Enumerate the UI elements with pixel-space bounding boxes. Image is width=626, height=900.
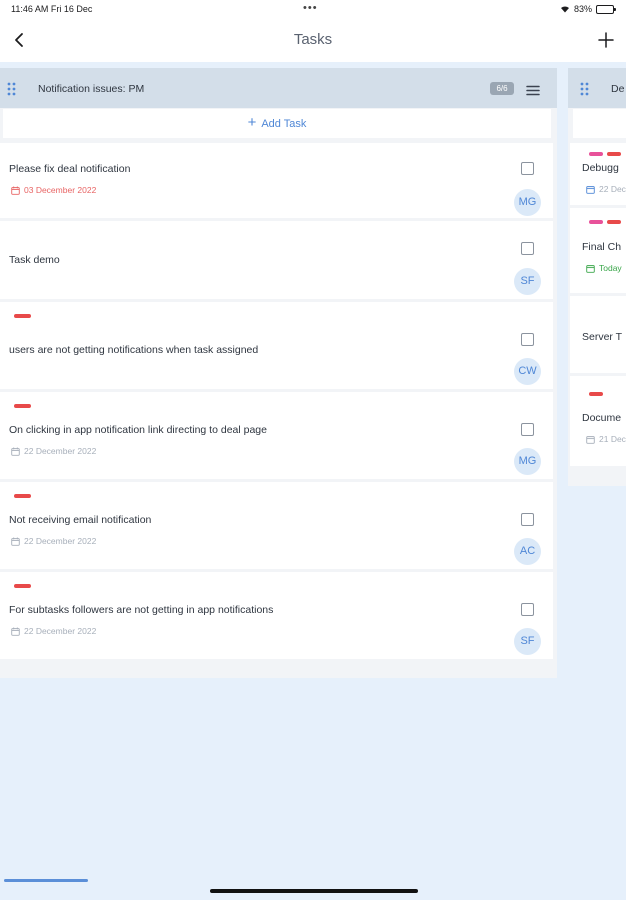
task-date-text: 22 December 2022 — [24, 446, 97, 456]
task-title: Not receiving email notification — [9, 514, 152, 526]
column-title: De — [611, 83, 625, 95]
avatar: SF — [514, 268, 541, 295]
priority-tag — [607, 152, 621, 156]
task-column-2: De Debugg 22 Dec Final Ch Today Server T… — [568, 68, 626, 486]
task-title: Docume — [582, 412, 622, 424]
task-title: Please fix deal notification — [9, 163, 131, 175]
task-date: 22 December 2022 — [11, 446, 96, 456]
task-card[interactable]: Final Ch Today — [570, 208, 626, 293]
calendar-icon — [586, 264, 595, 273]
task-date-text: 22 Dec — [599, 184, 626, 194]
task-count-badge: 6/6 — [490, 82, 514, 95]
calendar-icon — [11, 186, 20, 195]
drag-handle-icon[interactable] — [7, 82, 17, 96]
calendar-icon — [586, 435, 595, 444]
task-title: Task demo — [9, 254, 60, 266]
task-date: 22 Dec — [586, 184, 626, 194]
status-time: 11:46 AM Fri 16 Dec — [11, 4, 93, 14]
battery-icon — [596, 4, 616, 14]
plus-icon: + — [247, 114, 257, 131]
task-card[interactable]: Not receiving email notification 22 Dece… — [0, 482, 553, 569]
task-card[interactable]: Please fix deal notification 03 December… — [0, 143, 553, 218]
task-date: Today — [586, 263, 622, 273]
task-date-text: 21 Dec — [599, 434, 626, 444]
priority-tag — [14, 314, 31, 318]
status-right: 83% — [560, 4, 616, 14]
calendar-icon — [586, 185, 595, 194]
horizontal-scroll-indicator[interactable] — [4, 879, 88, 882]
priority-tag — [607, 220, 621, 224]
task-title: Final Ch — [582, 241, 622, 253]
task-title: Debugg — [582, 162, 619, 174]
task-title: On clicking in app notification link dir… — [9, 424, 267, 436]
task-date: 22 December 2022 — [11, 626, 96, 636]
task-card[interactable]: Server T — [570, 296, 626, 373]
page-title: Tasks — [293, 31, 333, 48]
task-checkbox[interactable] — [521, 603, 534, 616]
priority-tag — [14, 584, 31, 588]
home-indicator[interactable] — [210, 889, 418, 893]
column-header: De — [568, 68, 626, 108]
wifi-icon — [560, 5, 570, 13]
plus-icon[interactable] — [596, 30, 616, 50]
priority-tag — [14, 404, 31, 408]
priority-tag — [589, 392, 603, 396]
task-date-text: 03 December 2022 — [24, 185, 97, 195]
task-title: For subtasks followers are not getting i… — [9, 604, 274, 616]
priority-tag — [14, 494, 31, 498]
calendar-icon — [11, 537, 20, 546]
avatar: SF — [514, 628, 541, 655]
task-card[interactable]: For subtasks followers are not getting i… — [0, 572, 553, 659]
add-task-button[interactable] — [573, 109, 626, 138]
task-card[interactable]: users are not getting notifications when… — [0, 302, 553, 389]
task-checkbox[interactable] — [521, 423, 534, 436]
task-column: Notification issues: PM 6/6 + Add Task P… — [0, 68, 557, 678]
column-title: Notification issues: PM — [38, 83, 145, 95]
task-date-text: 22 December 2022 — [24, 536, 97, 546]
task-date-text: 22 December 2022 — [24, 626, 97, 636]
label-tag — [589, 220, 603, 224]
avatar: MG — [514, 189, 541, 216]
add-task-button[interactable]: + Add Task — [3, 109, 551, 138]
avatar: MG — [514, 448, 541, 475]
add-task-label: Add Task — [261, 117, 307, 130]
drag-handle-icon[interactable] — [580, 82, 590, 96]
menu-icon[interactable] — [526, 83, 540, 96]
task-title: Server T — [582, 331, 623, 343]
task-checkbox[interactable] — [521, 333, 534, 346]
task-card[interactable]: Docume 21 Dec — [570, 376, 626, 466]
task-date: 03 December 2022 — [11, 185, 96, 195]
calendar-icon — [11, 447, 20, 456]
battery-percent: 83% — [573, 4, 592, 14]
task-card[interactable]: Task demo SF — [0, 221, 553, 299]
task-date: 22 December 2022 — [11, 536, 96, 546]
column-header: Notification issues: PM 6/6 — [0, 68, 557, 108]
multitasking-dots[interactable]: ••• — [303, 2, 318, 14]
task-card[interactable]: Debugg 22 Dec — [570, 143, 626, 205]
task-card[interactable]: On clicking in app notification link dir… — [0, 392, 553, 479]
avatar: CW — [514, 358, 541, 385]
avatar: AC — [514, 538, 541, 565]
task-checkbox[interactable] — [521, 242, 534, 255]
task-date-text: Today — [599, 263, 622, 273]
nav-bar: Tasks — [0, 20, 626, 62]
status-bar: 11:46 AM Fri 16 Dec ••• 83% — [0, 0, 626, 20]
task-title: users are not getting notifications when… — [9, 344, 259, 356]
task-checkbox[interactable] — [521, 162, 534, 175]
task-date: 21 Dec — [586, 434, 626, 444]
task-checkbox[interactable] — [521, 513, 534, 526]
calendar-icon — [11, 627, 20, 636]
label-tag — [589, 152, 603, 156]
